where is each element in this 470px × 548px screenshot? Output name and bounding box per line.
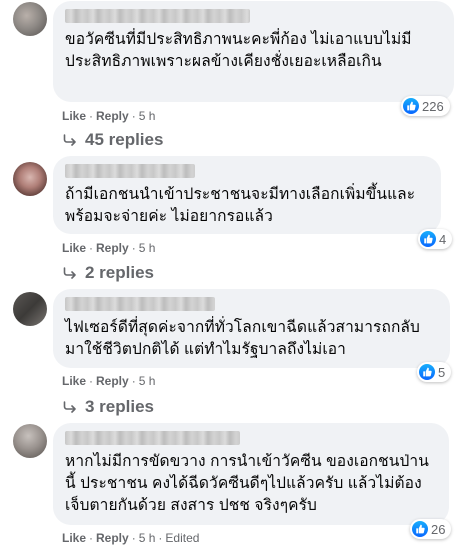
reaction-count[interactable]: 5	[417, 362, 452, 382]
reaction-number: 226	[422, 98, 444, 114]
comment-text: ขอวัคซีนที่มีประสิทธิภาพนะคะพี่ก้อง ไม่เ…	[65, 31, 412, 70]
reaction-count[interactable]: 4	[418, 229, 453, 249]
reaction-number: 5	[438, 364, 446, 380]
commenter-name-redacted[interactable]	[65, 297, 215, 311]
comment-bubble: ขอวัคซีนที่มีประสิทธิภาพนะคะพี่ก้อง ไม่เ…	[53, 1, 454, 102]
view-replies-link[interactable]: 3 replies	[63, 397, 154, 417]
replies-count: 2 replies	[85, 263, 154, 282]
reaction-number: 4	[439, 231, 447, 247]
like-thumb-icon	[412, 521, 428, 537]
reply-link[interactable]: Reply	[96, 531, 129, 545]
comment-text: ถ้ามีเอกชนนำเข้าประชาชนจะมีทางเลือกเพิ่ม…	[65, 186, 416, 225]
like-link[interactable]: Like	[62, 374, 86, 388]
comment-bubble: หากไม่มีการขัดขวาง การนำเข้าวัคซีน ของเอ…	[53, 423, 449, 525]
commenter-name-redacted[interactable]	[65, 431, 240, 445]
like-thumb-icon	[419, 364, 435, 380]
like-thumb-icon	[403, 98, 419, 114]
replies-count: 45 replies	[85, 130, 164, 149]
reply-arrow-icon	[63, 134, 76, 146]
like-thumb-icon	[420, 231, 436, 247]
comment-actions: Like · Reply · 5 h	[62, 374, 156, 388]
comment-text: ไฟเซอร์ดีที่สุดค่ะจากที่ทั่วโลกเขาฉีดแล้…	[65, 319, 420, 358]
comment-bubble: ถ้ามีเอกชนนำเข้าประชาชนจะมีทางเลือกเพิ่ม…	[53, 156, 441, 234]
timestamp[interactable]: 5 h	[139, 531, 156, 545]
comment-text: หากไม่มีการขัดขวาง การนำเข้าวัคซีน ของเอ…	[65, 453, 429, 514]
like-link[interactable]: Like	[62, 241, 86, 255]
view-replies-link[interactable]: 2 replies	[63, 263, 154, 283]
like-link[interactable]: Like	[62, 531, 86, 545]
comment-actions: Like · Reply · 5 h · Edited	[62, 531, 200, 545]
edited-label[interactable]: Edited	[165, 531, 199, 545]
timestamp[interactable]: 5 h	[139, 109, 156, 123]
like-link[interactable]: Like	[62, 109, 86, 123]
replies-count: 3 replies	[85, 397, 154, 416]
timestamp[interactable]: 5 h	[139, 374, 156, 388]
comment-actions: Like · Reply · 5 h	[62, 109, 156, 123]
avatar[interactable]	[13, 2, 47, 36]
comment-bubble: ไฟเซอร์ดีที่สุดค่ะจากที่ทั่วโลกเขาฉีดแล้…	[53, 289, 450, 368]
avatar[interactable]	[13, 424, 47, 458]
reply-link[interactable]: Reply	[96, 374, 129, 388]
reply-link[interactable]: Reply	[96, 241, 129, 255]
view-replies-link[interactable]: 45 replies	[63, 130, 163, 150]
reaction-count[interactable]: 26	[410, 519, 452, 539]
reply-arrow-icon	[63, 267, 76, 279]
commenter-name-redacted[interactable]	[65, 164, 195, 178]
avatar[interactable]	[13, 162, 47, 196]
reply-arrow-icon	[63, 401, 76, 413]
commenter-name-redacted[interactable]	[65, 9, 250, 23]
reaction-number: 26	[431, 521, 446, 537]
comment-actions: Like · Reply · 5 h	[62, 241, 156, 255]
reaction-count[interactable]: 226	[401, 96, 450, 116]
avatar[interactable]	[13, 292, 47, 326]
timestamp[interactable]: 5 h	[139, 241, 156, 255]
reply-link[interactable]: Reply	[96, 109, 129, 123]
